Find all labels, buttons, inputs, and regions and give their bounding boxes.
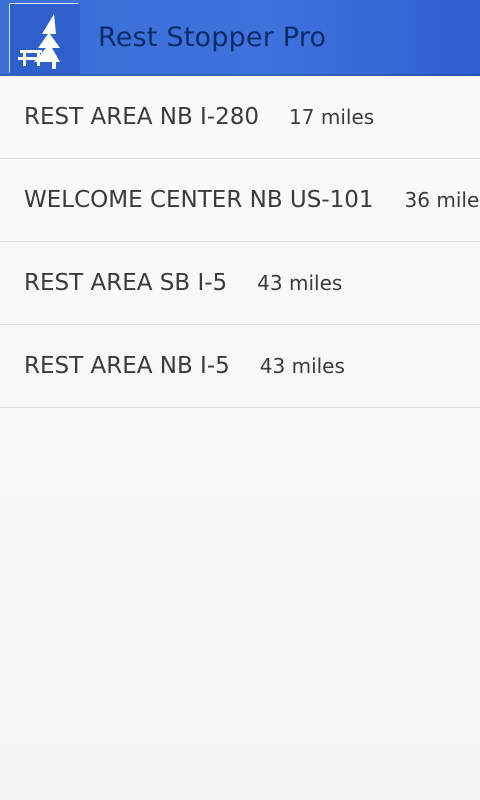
rest-stop-distance: 43 miles: [257, 271, 343, 295]
title-bar: Rest Stopper Pro: [0, 0, 480, 76]
list-item[interactable]: REST AREA SB I-5 43 miles: [0, 242, 480, 325]
rest-stops-list[interactable]: REST AREA NB I-280 17 miles WELCOME CENT…: [0, 76, 480, 408]
rest-stop-name: WELCOME CENTER NB US-101: [24, 187, 374, 213]
rest-stop-distance: 43 miles: [259, 354, 345, 378]
list-item[interactable]: WELCOME CENTER NB US-101 36 miles: [0, 159, 480, 242]
rest-stop-name: REST AREA NB I-5: [24, 353, 230, 379]
list-item[interactable]: REST AREA NB I-280 17 miles: [0, 76, 480, 159]
app-icon: [9, 3, 80, 74]
rest-stop-distance: 17 miles: [289, 105, 375, 129]
rest-stop-distance: 36 miles: [404, 188, 480, 212]
app-screen: Rest Stopper Pro REST AREA NB I-280 17 m…: [0, 0, 480, 800]
app-title: Rest Stopper Pro: [98, 22, 327, 53]
rest-stop-name: REST AREA SB I-5: [24, 270, 228, 296]
tree-picnic-table-icon: [10, 4, 80, 74]
list-item[interactable]: REST AREA NB I-5 43 miles: [0, 325, 480, 408]
rest-stop-name: REST AREA NB I-280: [24, 104, 260, 130]
